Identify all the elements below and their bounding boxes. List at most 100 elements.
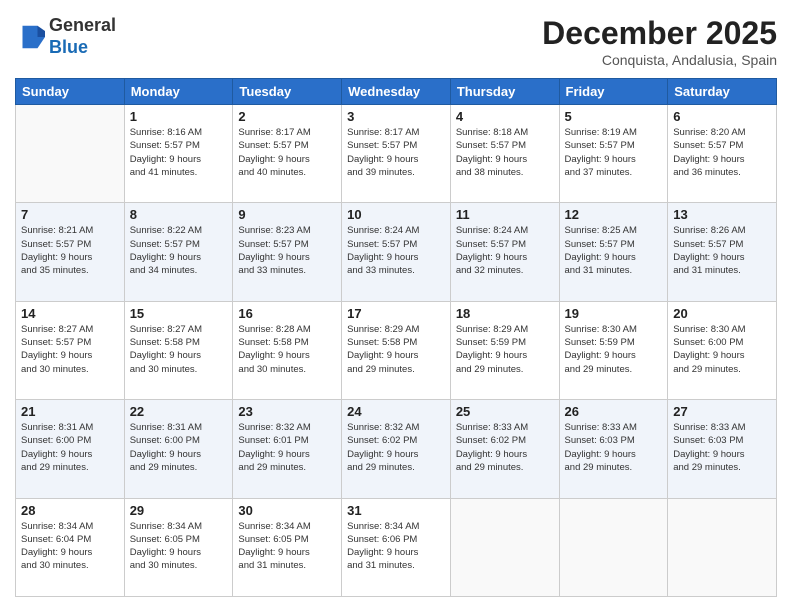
day-info: Sunrise: 8:34 AMSunset: 6:06 PMDaylight:… xyxy=(347,520,445,573)
day-number: 28 xyxy=(21,503,119,518)
day-info: Sunrise: 8:18 AMSunset: 5:57 PMDaylight:… xyxy=(456,126,554,179)
day-header-friday: Friday xyxy=(559,79,668,105)
logo-icon xyxy=(15,22,45,52)
day-header-sunday: Sunday xyxy=(16,79,125,105)
day-number: 25 xyxy=(456,404,554,419)
day-info: Sunrise: 8:20 AMSunset: 5:57 PMDaylight:… xyxy=(673,126,771,179)
calendar-cell: 1 Sunrise: 8:16 AMSunset: 5:57 PMDaylight… xyxy=(124,105,233,203)
calendar-week-row: 14 Sunrise: 8:27 AMSunset: 5:57 PMDayligh… xyxy=(16,301,777,399)
day-header-saturday: Saturday xyxy=(668,79,777,105)
day-number: 15 xyxy=(130,306,228,321)
day-info: Sunrise: 8:31 AMSunset: 6:00 PMDaylight:… xyxy=(21,421,119,474)
day-header-tuesday: Tuesday xyxy=(233,79,342,105)
calendar-cell: 19 Sunrise: 8:30 AMSunset: 5:59 PMDayligh… xyxy=(559,301,668,399)
day-number: 16 xyxy=(238,306,336,321)
calendar-cell: 11 Sunrise: 8:24 AMSunset: 5:57 PMDayligh… xyxy=(450,203,559,301)
calendar-cell xyxy=(450,498,559,596)
day-info: Sunrise: 8:24 AMSunset: 5:57 PMDaylight:… xyxy=(347,224,445,277)
calendar-cell: 8Sunrise: 8:22 AMSunset: 5:57 PMDaylight… xyxy=(124,203,233,301)
calendar-cell xyxy=(668,498,777,596)
calendar-header-row: SundayMondayTuesdayWednesdayThursdayFrid… xyxy=(16,79,777,105)
day-number: 7 xyxy=(21,207,119,222)
calendar-cell xyxy=(559,498,668,596)
calendar-cell: 21 Sunrise: 8:31 AMSunset: 6:00 PMDayligh… xyxy=(16,400,125,498)
day-info: Sunrise: 8:26 AMSunset: 5:57 PMDaylight:… xyxy=(673,224,771,277)
calendar-cell xyxy=(16,105,125,203)
day-info: Sunrise: 8:29 AMSunset: 5:58 PMDaylight:… xyxy=(347,323,445,376)
day-number: 31 xyxy=(347,503,445,518)
day-info: Sunrise: 8:24 AMSunset: 5:57 PMDaylight:… xyxy=(456,224,554,277)
calendar-cell: 16 Sunrise: 8:28 AMSunset: 5:58 PMDayligh… xyxy=(233,301,342,399)
day-info: Sunrise: 8:30 AMSunset: 5:59 PMDaylight:… xyxy=(565,323,663,376)
calendar-week-row: 28 Sunrise: 8:34 AMSunset: 6:04 PMDayligh… xyxy=(16,498,777,596)
day-number: 14 xyxy=(21,306,119,321)
day-info: Sunrise: 8:16 AMSunset: 5:57 PMDaylight:… xyxy=(130,126,228,179)
calendar-cell: 27 Sunrise: 8:33 AMSunset: 6:03 PMDayligh… xyxy=(668,400,777,498)
calendar-cell: 2 Sunrise: 8:17 AMSunset: 5:57 PMDaylight… xyxy=(233,105,342,203)
day-number: 20 xyxy=(673,306,771,321)
day-number: 1 xyxy=(130,109,228,124)
calendar-cell: 6 Sunrise: 8:20 AMSunset: 5:57 PMDaylight… xyxy=(668,105,777,203)
day-number: 22 xyxy=(130,404,228,419)
calendar-cell: 15Sunrise: 8:27 AMSunset: 5:58 PMDayligh… xyxy=(124,301,233,399)
calendar-cell: 25 Sunrise: 8:33 AMSunset: 6:02 PMDayligh… xyxy=(450,400,559,498)
day-info: Sunrise: 8:27 AMSunset: 5:57 PMDaylight:… xyxy=(21,323,119,376)
day-number: 6 xyxy=(673,109,771,124)
day-info: Sunrise: 8:32 AMSunset: 6:01 PMDaylight:… xyxy=(238,421,336,474)
calendar-week-row: 7 Sunrise: 8:21 AMSunset: 5:57 PMDaylight… xyxy=(16,203,777,301)
day-info: Sunrise: 8:30 AMSunset: 6:00 PMDaylight:… xyxy=(673,323,771,376)
day-info: Sunrise: 8:21 AMSunset: 5:57 PMDaylight:… xyxy=(21,224,119,277)
calendar-cell: 30 Sunrise: 8:34 AMSunset: 6:05 PMDayligh… xyxy=(233,498,342,596)
day-info: Sunrise: 8:32 AMSunset: 6:02 PMDaylight:… xyxy=(347,421,445,474)
calendar-cell: 12Sunrise: 8:25 AMSunset: 5:57 PMDayligh… xyxy=(559,203,668,301)
day-info: Sunrise: 8:33 AMSunset: 6:02 PMDaylight:… xyxy=(456,421,554,474)
day-info: Sunrise: 8:29 AMSunset: 5:59 PMDaylight:… xyxy=(456,323,554,376)
day-number: 29 xyxy=(130,503,228,518)
calendar-cell: 29 Sunrise: 8:34 AMSunset: 6:05 PMDayligh… xyxy=(124,498,233,596)
logo-general: General xyxy=(49,15,116,35)
day-info: Sunrise: 8:33 AMSunset: 6:03 PMDaylight:… xyxy=(565,421,663,474)
calendar-cell: 22 Sunrise: 8:31 AMSunset: 6:00 PMDayligh… xyxy=(124,400,233,498)
day-info: Sunrise: 8:31 AMSunset: 6:00 PMDaylight:… xyxy=(130,421,228,474)
day-info: Sunrise: 8:33 AMSunset: 6:03 PMDaylight:… xyxy=(673,421,771,474)
day-info: Sunrise: 8:34 AMSunset: 6:05 PMDaylight:… xyxy=(238,520,336,573)
location: Conquista, Andalusia, Spain xyxy=(542,52,777,68)
day-number: 9 xyxy=(238,207,336,222)
calendar-body: 1 Sunrise: 8:16 AMSunset: 5:57 PMDaylight… xyxy=(16,105,777,597)
day-number: 5 xyxy=(565,109,663,124)
day-info: Sunrise: 8:19 AMSunset: 5:57 PMDaylight:… xyxy=(565,126,663,179)
calendar-cell: 5 Sunrise: 8:19 AMSunset: 5:57 PMDaylight… xyxy=(559,105,668,203)
day-header-wednesday: Wednesday xyxy=(342,79,451,105)
calendar-cell: 26 Sunrise: 8:33 AMSunset: 6:03 PMDayligh… xyxy=(559,400,668,498)
calendar-week-row: 21 Sunrise: 8:31 AMSunset: 6:00 PMDayligh… xyxy=(16,400,777,498)
day-number: 19 xyxy=(565,306,663,321)
calendar-cell: 9 Sunrise: 8:23 AMSunset: 5:57 PMDaylight… xyxy=(233,203,342,301)
logo-text: General Blue xyxy=(49,15,116,58)
day-number: 21 xyxy=(21,404,119,419)
day-number: 13 xyxy=(673,207,771,222)
day-number: 11 xyxy=(456,207,554,222)
day-number: 26 xyxy=(565,404,663,419)
day-info: Sunrise: 8:23 AMSunset: 5:57 PMDaylight:… xyxy=(238,224,336,277)
day-info: Sunrise: 8:17 AMSunset: 5:57 PMDaylight:… xyxy=(238,126,336,179)
day-info: Sunrise: 8:28 AMSunset: 5:58 PMDaylight:… xyxy=(238,323,336,376)
day-number: 18 xyxy=(456,306,554,321)
day-number: 30 xyxy=(238,503,336,518)
day-header-thursday: Thursday xyxy=(450,79,559,105)
calendar-cell: 17 Sunrise: 8:29 AMSunset: 5:58 PMDayligh… xyxy=(342,301,451,399)
day-number: 4 xyxy=(456,109,554,124)
page: General Blue December 2025 Conquista, An… xyxy=(0,0,792,612)
title-block: December 2025 Conquista, Andalusia, Spai… xyxy=(542,15,777,68)
calendar-cell: 28 Sunrise: 8:34 AMSunset: 6:04 PMDayligh… xyxy=(16,498,125,596)
day-info: Sunrise: 8:25 AMSunset: 5:57 PMDaylight:… xyxy=(565,224,663,277)
day-number: 27 xyxy=(673,404,771,419)
calendar-cell: 3Sunrise: 8:17 AMSunset: 5:57 PMDaylight… xyxy=(342,105,451,203)
calendar-cell: 13 Sunrise: 8:26 AMSunset: 5:57 PMDayligh… xyxy=(668,203,777,301)
day-info: Sunrise: 8:34 AMSunset: 6:04 PMDaylight:… xyxy=(21,520,119,573)
calendar-table: SundayMondayTuesdayWednesdayThursdayFrid… xyxy=(15,78,777,597)
day-number: 17 xyxy=(347,306,445,321)
day-number: 2 xyxy=(238,109,336,124)
calendar-cell: 23Sunrise: 8:32 AMSunset: 6:01 PMDayligh… xyxy=(233,400,342,498)
day-info: Sunrise: 8:34 AMSunset: 6:05 PMDaylight:… xyxy=(130,520,228,573)
calendar-cell: 4 Sunrise: 8:18 AMSunset: 5:57 PMDaylight… xyxy=(450,105,559,203)
